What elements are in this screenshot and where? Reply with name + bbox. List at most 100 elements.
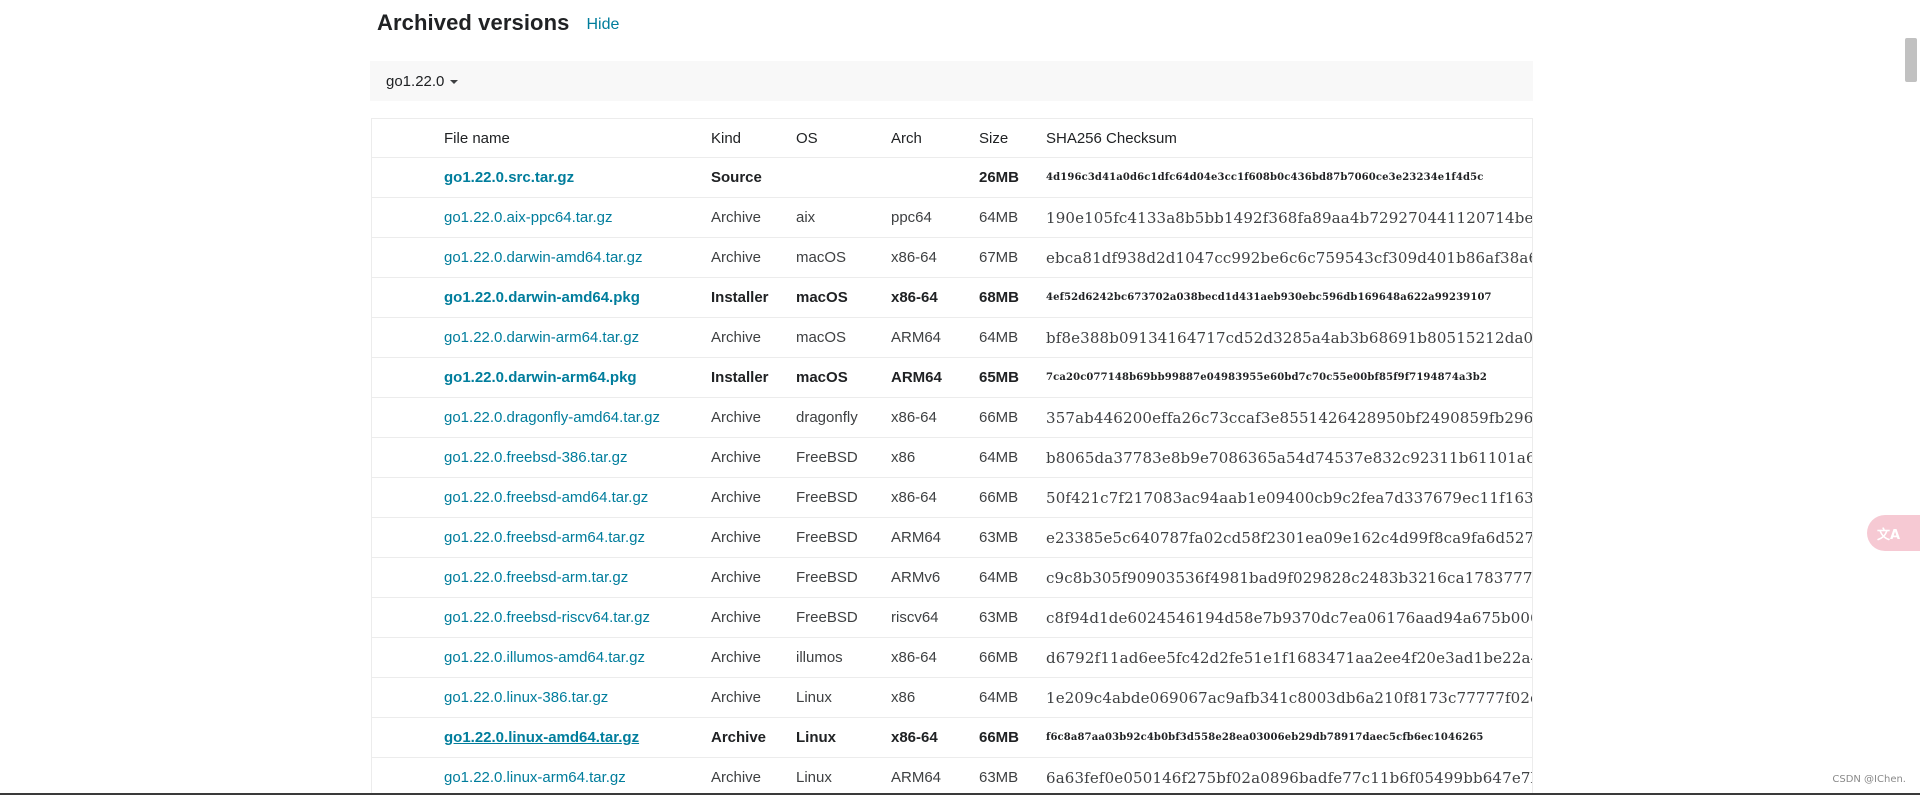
download-link[interactable]: go1.22.0.linux-amd64.tar.gz	[444, 729, 639, 746]
header-spacer	[372, 119, 444, 158]
hide-link[interactable]: Hide	[586, 16, 619, 34]
arch-cell: riscv64	[891, 597, 979, 638]
os-cell: macOS	[796, 317, 891, 358]
table-row: go1.22.0.src.tar.gz Source 26MB 4d196c3d41a…	[372, 157, 1532, 198]
os-cell	[796, 157, 891, 198]
arch-cell: x86-64	[891, 397, 979, 438]
checksum-cell: c9c8b305f90903536f4981bad9f029828c2483b3…	[1046, 557, 1532, 598]
row-spacer	[372, 237, 444, 278]
os-cell: FreeBSD	[796, 517, 891, 558]
kind-cell: Archive	[711, 757, 796, 795]
arch-cell: x86-64	[891, 717, 979, 758]
download-link[interactable]: go1.22.0.darwin-arm64.pkg	[444, 369, 637, 386]
size-cell: 66MB	[979, 477, 1046, 518]
file-cell: go1.22.0.darwin-arm64.pkg	[444, 357, 711, 398]
kind-cell: Archive	[711, 557, 796, 598]
size-cell: 63MB	[979, 597, 1046, 638]
header-kind: Kind	[711, 119, 796, 158]
checksum-cell: 6a63fef0e050146f275bf02a0896badfe77c11b6…	[1046, 757, 1532, 795]
kind-cell: Archive	[711, 597, 796, 638]
os-cell: aix	[796, 197, 891, 238]
size-cell: 63MB	[979, 517, 1046, 558]
row-spacer	[372, 717, 444, 758]
kind-cell: Archive	[711, 637, 796, 678]
download-link[interactable]: go1.22.0.aix-ppc64.tar.gz	[444, 209, 612, 226]
file-cell: go1.22.0.aix-ppc64.tar.gz	[444, 197, 711, 238]
download-link[interactable]: go1.22.0.freebsd-386.tar.gz	[444, 449, 627, 466]
file-cell: go1.22.0.darwin-amd64.pkg	[444, 277, 711, 318]
kind-cell: Installer	[711, 357, 796, 398]
download-link[interactable]: go1.22.0.freebsd-amd64.tar.gz	[444, 489, 648, 506]
download-link[interactable]: go1.22.0.illumos-amd64.tar.gz	[444, 649, 645, 666]
page: Archived versions Hide go1.22.0 File nam	[0, 0, 1920, 795]
download-link[interactable]: go1.22.0.src.tar.gz	[444, 169, 574, 186]
download-link[interactable]: go1.22.0.darwin-amd64.pkg	[444, 289, 640, 306]
file-cell: go1.22.0.linux-386.tar.gz	[444, 677, 711, 718]
size-cell: 64MB	[979, 557, 1046, 598]
checksum-cell: e23385e5c640787fa02cd58f2301ea09e162c4d9…	[1046, 517, 1532, 558]
os-cell: dragonfly	[796, 397, 891, 438]
row-spacer	[372, 477, 444, 518]
arch-cell: x86-64	[891, 237, 979, 278]
os-cell: FreeBSD	[796, 437, 891, 478]
table-row: go1.22.0.freebsd-arm64.tar.gz Archive Free…	[372, 517, 1532, 558]
arch-cell: x86-64	[891, 277, 979, 318]
row-spacer	[372, 677, 444, 718]
size-cell: 68MB	[979, 277, 1046, 318]
os-cell: macOS	[796, 277, 891, 318]
kind-cell: Archive	[711, 317, 796, 358]
arch-cell: ARM64	[891, 357, 979, 398]
download-link[interactable]: go1.22.0.freebsd-arm.tar.gz	[444, 569, 628, 586]
file-cell: go1.22.0.dragonfly-amd64.tar.gz	[444, 397, 711, 438]
table-row: go1.22.0.illumos-amd64.tar.gz Archive illu…	[372, 637, 1532, 678]
table-row: go1.22.0.linux-arm64.tar.gz Archive Linux A…	[372, 757, 1532, 795]
scrollbar-thumb[interactable]	[1905, 38, 1917, 82]
size-cell: 26MB	[979, 157, 1046, 198]
size-cell: 63MB	[979, 757, 1046, 795]
table-row: go1.22.0.freebsd-amd64.tar.gz Archive Free…	[372, 477, 1532, 518]
kind-cell: Archive	[711, 677, 796, 718]
file-cell: go1.22.0.linux-amd64.tar.gz	[444, 717, 711, 758]
download-link[interactable]: go1.22.0.darwin-amd64.tar.gz	[444, 249, 642, 266]
scrollbar-track[interactable]	[1903, 0, 1920, 795]
translate-button[interactable]: 文A	[1867, 515, 1920, 551]
os-cell: illumos	[796, 637, 891, 678]
download-link[interactable]: go1.22.0.freebsd-arm64.tar.gz	[444, 529, 645, 546]
table-row: go1.22.0.darwin-arm64.tar.gz Archive macOS…	[372, 317, 1532, 358]
checksum-cell: c8f94d1de6024546194d58e7b9370dc7ea06176a…	[1046, 597, 1532, 638]
row-spacer	[372, 517, 444, 558]
arch-cell: ARM64	[891, 317, 979, 358]
row-spacer	[372, 597, 444, 638]
kind-cell: Archive	[711, 517, 796, 558]
download-link[interactable]: go1.22.0.dragonfly-amd64.tar.gz	[444, 409, 660, 426]
file-cell: go1.22.0.freebsd-riscv64.tar.gz	[444, 597, 711, 638]
caret-down-icon	[450, 80, 459, 84]
size-cell: 66MB	[979, 637, 1046, 678]
arch-cell	[891, 157, 979, 198]
downloads-table: File name Kind OS Arch Size SHA256 Check…	[371, 118, 1533, 795]
download-link[interactable]: go1.22.0.linux-386.tar.gz	[444, 689, 608, 706]
row-spacer	[372, 437, 444, 478]
arch-cell: ARM64	[891, 757, 979, 795]
download-link[interactable]: go1.22.0.darwin-arm64.tar.gz	[444, 329, 639, 346]
version-bar: go1.22.0	[370, 61, 1533, 101]
row-spacer	[372, 557, 444, 598]
checksum-cell: 50f421c7f217083ac94aab1e09400cb9c2fea7d3…	[1046, 477, 1532, 518]
checksum-cell: 357ab446200effa26c73ccaf3e8551426428950b…	[1046, 397, 1532, 438]
version-dropdown[interactable]: go1.22.0	[386, 61, 459, 101]
translate-icon: 文A	[1877, 527, 1901, 543]
row-spacer	[372, 637, 444, 678]
checksum-cell: 4d196c3d41a0d6c1dfc64d04e3cc1f608b0c436b…	[1046, 157, 1532, 198]
os-cell: Linux	[796, 757, 891, 795]
checksum-cell: ebca81df938d2d1047cc992be6c6c759543cf309…	[1046, 237, 1532, 278]
arch-cell: ARMv6	[891, 557, 979, 598]
download-link[interactable]: go1.22.0.linux-arm64.tar.gz	[444, 769, 626, 786]
kind-cell: Archive	[711, 717, 796, 758]
file-cell: go1.22.0.linux-arm64.tar.gz	[444, 757, 711, 795]
header-arch: Arch	[891, 119, 979, 158]
row-spacer	[372, 357, 444, 398]
table-row: go1.22.0.darwin-amd64.tar.gz Archive macOS…	[372, 237, 1532, 278]
kind-cell: Archive	[711, 397, 796, 438]
download-link[interactable]: go1.22.0.freebsd-riscv64.tar.gz	[444, 609, 650, 626]
checksum-cell: 4ef52d6242bc673702a038becd1d431aeb930ebc…	[1046, 277, 1532, 318]
